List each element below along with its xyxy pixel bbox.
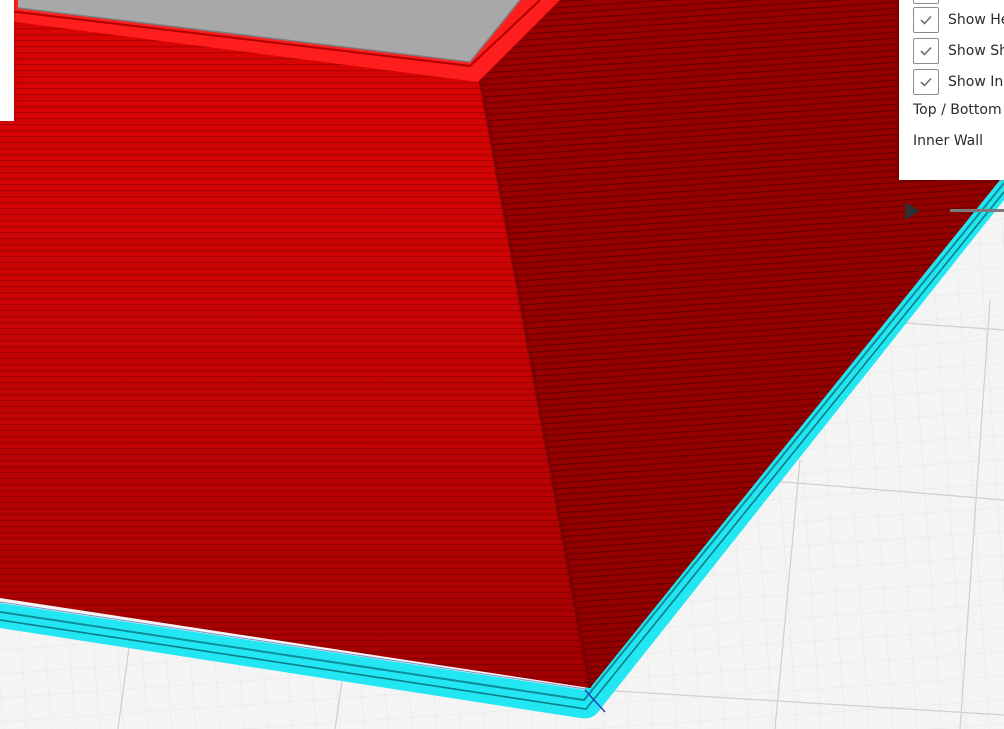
layer-view-render[interactable] [0, 0, 1004, 729]
left-panel [0, 0, 14, 121]
option-label-1: Show He [948, 12, 1004, 28]
show-infill-checkbox[interactable] [913, 69, 939, 95]
legend-top-bottom: Top / Bottom [913, 102, 1002, 118]
check-icon [920, 46, 932, 56]
partial-checkbox[interactable] [913, 0, 939, 4]
option-row-3[interactable]: Show In [913, 68, 1003, 96]
option-row-1[interactable]: Show He [913, 6, 1004, 34]
check-icon [920, 77, 932, 87]
check-icon [920, 15, 932, 25]
show-helpers-checkbox[interactable] [913, 7, 939, 33]
view-options-panel: Show He Show Sh Show In Top / Bottom Inn… [899, 0, 1004, 180]
show-shell-checkbox[interactable] [913, 38, 939, 64]
layer-slider-track[interactable] [950, 209, 1004, 212]
option-label-3: Show In [948, 74, 1004, 90]
play-triangle-icon[interactable] [905, 202, 920, 220]
3d-viewport[interactable] [0, 0, 1004, 729]
option-label-2: Show Sh [948, 43, 1004, 59]
legend-inner-wall: Inner Wall [913, 133, 983, 149]
option-row-2[interactable]: Show Sh [913, 37, 1004, 65]
